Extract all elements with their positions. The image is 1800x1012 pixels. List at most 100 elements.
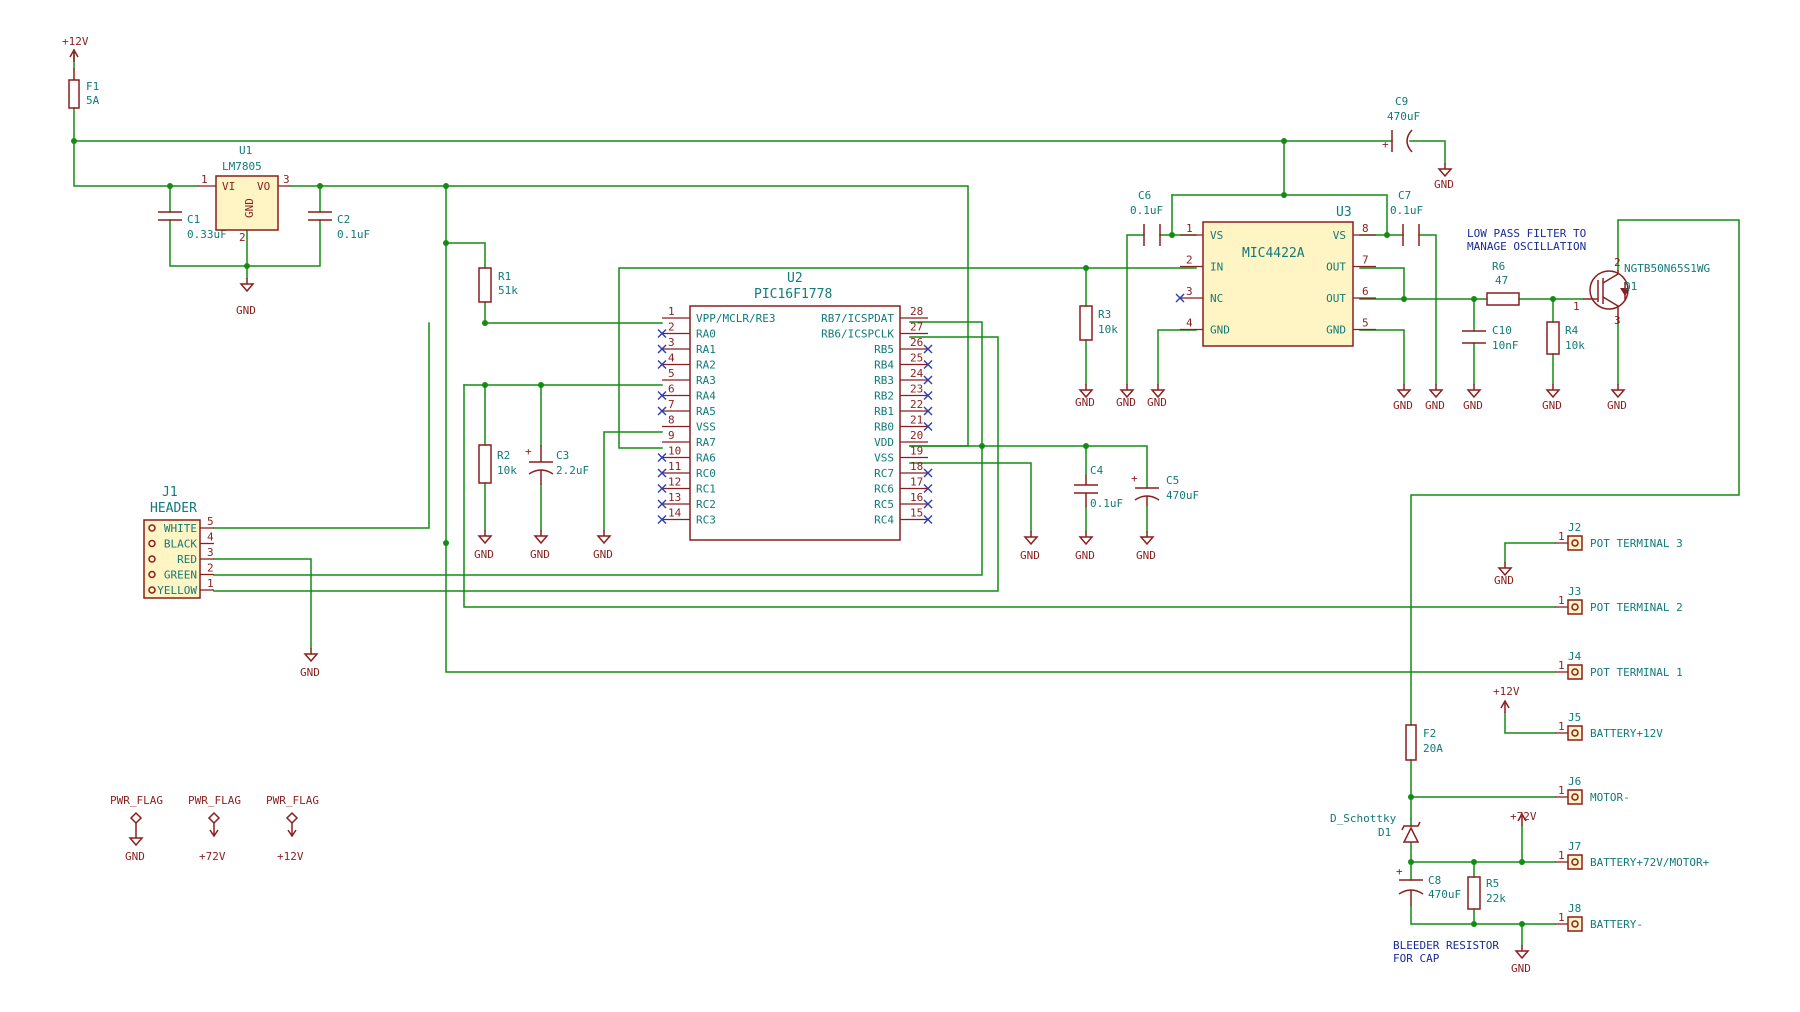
svg-text:3: 3: [1614, 314, 1621, 327]
u2-pin-number: 2: [668, 321, 675, 334]
u2-pin-number: 22: [910, 398, 923, 411]
capacitor-c3: + C3 2.2uF: [525, 445, 589, 485]
terminal-body: [1567, 725, 1583, 741]
svg-text:10k: 10k: [1565, 339, 1585, 352]
u2-pin-name: RA4: [696, 390, 716, 403]
u2-pin-number: 18: [910, 460, 923, 473]
u2-pin-number: 19: [910, 445, 923, 458]
svg-text:51k: 51k: [498, 284, 518, 297]
u2-pin-name: RB3: [874, 374, 894, 387]
terminal-pin-number: 1: [1558, 659, 1565, 672]
u2-pin-name: RC6: [874, 483, 894, 496]
svg-text:C4: C4: [1090, 464, 1104, 477]
terminal-label: BATTERY+72V/MOTOR+: [1590, 856, 1710, 869]
u2-pin-name: RA7: [696, 436, 716, 449]
u3-pin-number: 8: [1362, 222, 1369, 235]
svg-text:470uF: 470uF: [1428, 888, 1461, 901]
terminal-ref: J4: [1568, 650, 1582, 663]
u2-pin-number: 24: [910, 367, 924, 380]
resistor-r3: R3 10k: [1079, 305, 1118, 341]
capacitor-c2: C2 0.1uF: [308, 211, 370, 241]
svg-text:C7: C7: [1398, 189, 1411, 202]
u2-pin-number: 10: [668, 445, 681, 458]
u2-pin-number: 17: [910, 476, 923, 489]
u2-pin-number: 28: [910, 305, 923, 318]
u2-pin-name: RA2: [696, 359, 716, 372]
svg-text:10nF: 10nF: [1492, 339, 1519, 352]
svg-text:470uF: 470uF: [1387, 110, 1420, 123]
svg-text:PWR_FLAG: PWR_FLAG: [110, 794, 163, 807]
terminal-label: MOTOR-: [1590, 791, 1630, 804]
svg-text:+12V: +12V: [277, 850, 304, 863]
u2-pin-number: 16: [910, 491, 923, 504]
svg-text:HEADER: HEADER: [150, 501, 197, 516]
igbt-q1: Q1 NGTB50N65S1WG 1 2 3: [1573, 256, 1710, 327]
header-pin-name: YELLOW: [157, 584, 197, 597]
svg-text:C3: C3: [556, 449, 569, 462]
svg-text:BLEEDER RESISTOR: BLEEDER RESISTOR: [1393, 939, 1499, 952]
u2-pin-name: VPP/MCLR/RE3: [696, 312, 775, 325]
terminal-ref: J6: [1568, 775, 1581, 788]
svg-text:F2: F2: [1423, 727, 1436, 740]
u2-pin-number: 5: [668, 367, 675, 380]
svg-text:PWR_FLAG: PWR_FLAG: [188, 794, 241, 807]
svg-text:C1: C1: [187, 213, 200, 226]
terminal-pin-number: 1: [1558, 530, 1565, 543]
terminal-label: POT TERMINAL 3: [1590, 537, 1683, 550]
resistor-r1: R1 51k: [478, 267, 518, 303]
terminal-pin-number: 1: [1558, 594, 1565, 607]
u3-pin-name: OUT: [1326, 292, 1346, 305]
svg-text:C5: C5: [1166, 474, 1179, 487]
u2-pin-number: 13: [668, 491, 681, 504]
svg-text:GND: GND: [530, 548, 550, 561]
header-pin-name: GREEN: [164, 569, 197, 582]
svg-text:C10: C10: [1492, 324, 1512, 337]
svg-text:R1: R1: [498, 270, 511, 283]
svg-text:3: 3: [283, 173, 290, 186]
svg-text:1: 1: [201, 173, 208, 186]
u2-pin-name: VDD: [874, 436, 894, 449]
u2-pin-number: 9: [668, 429, 675, 442]
svg-text:LM7805: LM7805: [222, 160, 262, 173]
u2-pin-number: 7: [668, 398, 675, 411]
header-pin-number: 1: [207, 577, 214, 590]
terminal-ref: J3: [1568, 585, 1581, 598]
svg-text:C2: C2: [337, 213, 350, 226]
svg-text:GND: GND: [1425, 399, 1445, 412]
svg-text:GND: GND: [243, 198, 256, 218]
svg-text:1: 1: [1573, 300, 1580, 313]
svg-text:22k: 22k: [1486, 892, 1506, 905]
u2-pin-name: RB4: [874, 359, 894, 372]
svg-text:+: +: [1131, 472, 1138, 485]
svg-text:GND: GND: [1607, 399, 1627, 412]
u3-pin-name: IN: [1210, 261, 1223, 274]
svg-text:+72V: +72V: [199, 850, 226, 863]
header-pin-name: RED: [177, 553, 197, 566]
svg-text:GND: GND: [1075, 396, 1095, 409]
svg-text:U2: U2: [787, 271, 803, 286]
svg-text:LOW PASS FILTER TO: LOW PASS FILTER TO: [1467, 227, 1586, 240]
svg-text:D_Schottky: D_Schottky: [1330, 812, 1397, 825]
svg-text:U1: U1: [239, 144, 252, 157]
svg-text:C6: C6: [1138, 189, 1151, 202]
u2-pin-name: RC4: [874, 514, 894, 527]
terminal-pin-number: 1: [1558, 720, 1565, 733]
u2-pin-number: 20: [910, 429, 923, 442]
svg-text:GND: GND: [1542, 399, 1562, 412]
svg-text:GND: GND: [1393, 399, 1413, 412]
u2-pin-name: RA1: [696, 343, 716, 356]
svg-text:GND: GND: [1147, 396, 1167, 409]
u2-pin-name: RC2: [696, 498, 716, 511]
capacitor-c10: C10 10nF: [1462, 324, 1519, 352]
terminal-connectors: 1J2POT TERMINAL 31J3POT TERMINAL 21J4POT…: [1555, 521, 1710, 932]
u2-pin-name: VSS: [696, 421, 716, 434]
svg-text:10k: 10k: [1098, 323, 1118, 336]
header-pin-name: WHITE: [164, 522, 197, 535]
svg-text:R5: R5: [1486, 877, 1499, 890]
svg-text:NGTB50N65S1WG: NGTB50N65S1WG: [1624, 262, 1710, 275]
u2-pin-name: RB7/ICSPDAT: [821, 312, 894, 325]
u3-pin-name: VS: [1333, 229, 1346, 242]
svg-text:C8: C8: [1428, 874, 1441, 887]
svg-text:0.1uF: 0.1uF: [337, 228, 370, 241]
u3-pin-number: 4: [1186, 317, 1193, 330]
